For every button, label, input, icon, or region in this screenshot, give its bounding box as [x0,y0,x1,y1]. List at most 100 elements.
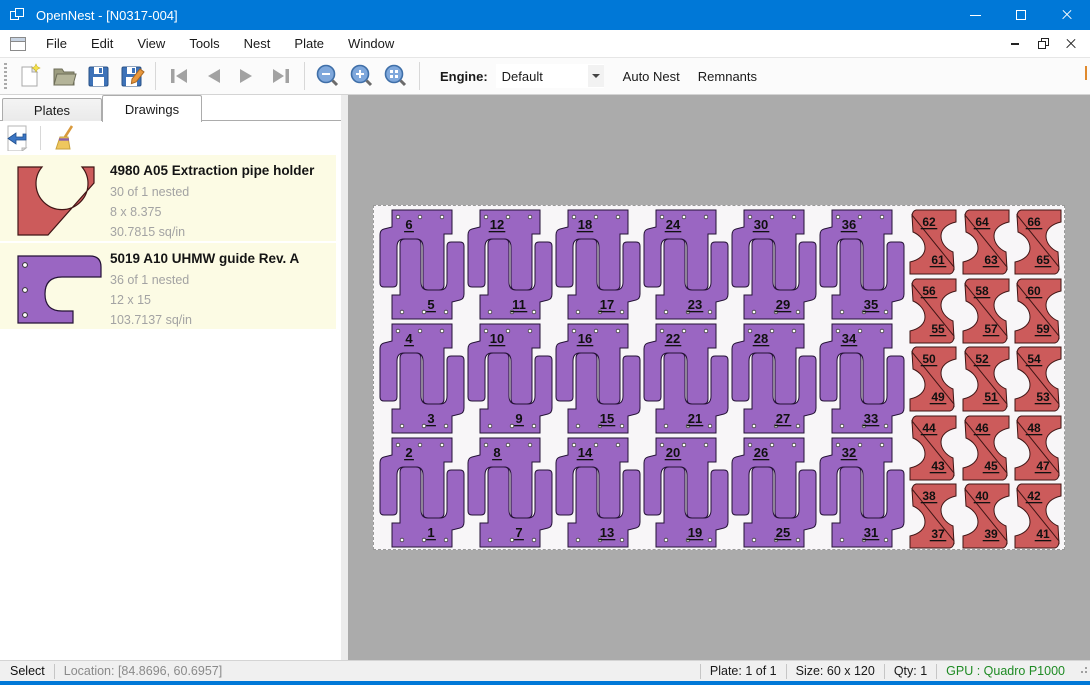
resize-grip[interactable] [1079,667,1087,675]
svg-text:50: 50 [922,352,936,366]
svg-text:52: 52 [975,352,989,366]
drawing-list: 4980 A05 Extraction pipe holder 30 of 1 … [0,155,341,660]
auto-nest-button[interactable]: Auto Nest [614,63,689,90]
nav-next-button[interactable] [230,60,264,92]
mdi-close-icon[interactable] [1060,35,1082,53]
open-button[interactable] [47,60,81,92]
svg-text:64: 64 [975,215,989,229]
svg-text:4: 4 [405,331,413,346]
app-icon [10,8,26,22]
nest-pair-40-39[interactable]: 4039 [960,482,1012,550]
import-drawing-button[interactable] [0,122,34,154]
nest-pair-10-9[interactable]: 109 [466,322,554,435]
drawing-thumbnail-purple [12,253,110,329]
nest-pair-38-37[interactable]: 3837 [907,482,959,550]
svg-text:35: 35 [864,297,878,312]
nest-pair-54-53[interactable]: 5453 [1012,345,1064,413]
zoom-out-button[interactable] [311,60,345,92]
svg-text:46: 46 [975,421,989,435]
zoom-fit-button[interactable] [379,60,413,92]
nav-prev-button[interactable] [196,60,230,92]
menu-item-nest[interactable]: Nest [232,31,283,56]
nav-last-button[interactable] [264,60,298,92]
new-button[interactable] [13,60,47,92]
status-plate: Plate: 1 of 1 [710,664,777,678]
zoom-in-icon [349,63,375,89]
nest-pair-42-41[interactable]: 4241 [1012,482,1064,550]
nest-pair-60-59[interactable]: 6059 [1012,277,1064,345]
clear-drawings-button[interactable] [47,122,81,154]
zoom-in-button[interactable] [345,60,379,92]
drawing-item-extraction-pipe-holder[interactable]: 4980 A05 Extraction pipe holder 30 of 1 … [0,155,336,241]
svg-text:25: 25 [776,525,790,540]
nest-pair-8-7[interactable]: 87 [466,436,554,549]
nest-pair-6-5[interactable]: 65 [378,208,466,321]
minimize-icon[interactable] [952,0,998,30]
status-gpu: GPU : Quadro P1000 [946,664,1065,678]
menu-item-tools[interactable]: Tools [177,31,231,56]
tab-drawings[interactable]: Drawings [102,95,202,122]
menu-item-plate[interactable]: Plate [282,31,336,56]
nest-pair-28-27[interactable]: 2827 [730,322,818,435]
mdi-minimize-icon[interactable] [1004,35,1026,53]
toolbar-overflow-mark [1085,66,1087,80]
nest-pair-22-21[interactable]: 2221 [642,322,730,435]
svg-text:65: 65 [1037,253,1051,267]
save-as-button[interactable] [115,60,149,92]
engine-select[interactable]: Default [496,64,604,88]
mdi-document-icon[interactable] [10,37,26,51]
prev-arrow-icon [201,64,225,88]
nest-pair-36-35[interactable]: 3635 [818,208,906,321]
remnants-button[interactable]: Remnants [689,63,766,90]
drawing-area: 103.7137 sq/in [110,310,299,330]
nest-pair-26-25[interactable]: 2625 [730,436,818,549]
window-title: OpenNest - [N0317-004] [36,8,178,23]
svg-text:11: 11 [512,297,526,312]
nest-pair-62-61[interactable]: 6261 [907,208,959,276]
nest-pair-44-43[interactable]: 4443 [907,414,959,482]
save-button[interactable] [81,60,115,92]
nest-pair-46-45[interactable]: 46 45 [960,414,1012,482]
svg-text:12: 12 [490,217,504,232]
nest-pair-50-49[interactable]: 5049 [907,345,959,413]
nest-pair-4-3[interactable]: 43 [378,322,466,435]
plate[interactable]: 6512111817242330293635431091615222128273… [373,205,1065,550]
nest-pair-16-15[interactable]: 1615 [554,322,642,435]
svg-text:45: 45 [984,459,998,473]
nest-pair-2-1[interactable]: 21 [378,436,466,549]
svg-text:33: 33 [864,411,878,426]
menu-item-file[interactable]: File [34,31,79,56]
nest-pair-48-47[interactable]: 4847 [1012,414,1064,482]
nest-pair-56-55[interactable]: 5655 [907,277,959,345]
menu-item-view[interactable]: View [125,31,177,56]
nest-pair-30-29[interactable]: 3029 [730,208,818,321]
nest-pair-32-31[interactable]: 3231 [818,436,906,549]
new-file-icon [17,63,43,89]
nest-pair-14-13[interactable]: 1413 [554,436,642,549]
tab-plates[interactable]: Plates [2,98,102,121]
svg-text:1: 1 [427,525,434,540]
close-icon[interactable] [1044,0,1090,30]
nest-pair-58-57[interactable]: 5857 [960,277,1012,345]
nest-pair-52-51[interactable]: 5251 [960,345,1012,413]
nest-pair-24-23[interactable]: 2423 [642,208,730,321]
nav-first-button[interactable] [162,60,196,92]
nest-pair-20-19[interactable]: 2019 [642,436,730,549]
menu-item-edit[interactable]: Edit [79,31,125,56]
svg-text:37: 37 [931,527,945,541]
nest-pair-34-33[interactable]: 3433 [818,322,906,435]
opennest-window: OpenNest - [N0317-004] FileEditViewTools… [0,0,1090,685]
save-icon [85,63,111,89]
svg-text:59: 59 [1037,322,1051,336]
nest-pair-64-63[interactable]: 6463 [960,208,1012,276]
nest-pair-12-11[interactable]: 12 11 [466,208,554,321]
toolbar-grip[interactable] [4,63,7,89]
drawing-item-uhmw-guide[interactable]: 5019 A10 UHMW guide Rev. A 36 of 1 neste… [0,243,336,329]
nest-pair-66-65[interactable]: 6665 [1012,208,1064,276]
mdi-restore-icon[interactable] [1032,35,1054,53]
nest-pair-18-17[interactable]: 1817 [554,208,642,321]
maximize-icon[interactable] [998,0,1044,30]
menu-item-window[interactable]: Window [336,31,406,56]
tab-row: Plates Drawings [0,95,341,121]
svg-text:29: 29 [776,297,790,312]
